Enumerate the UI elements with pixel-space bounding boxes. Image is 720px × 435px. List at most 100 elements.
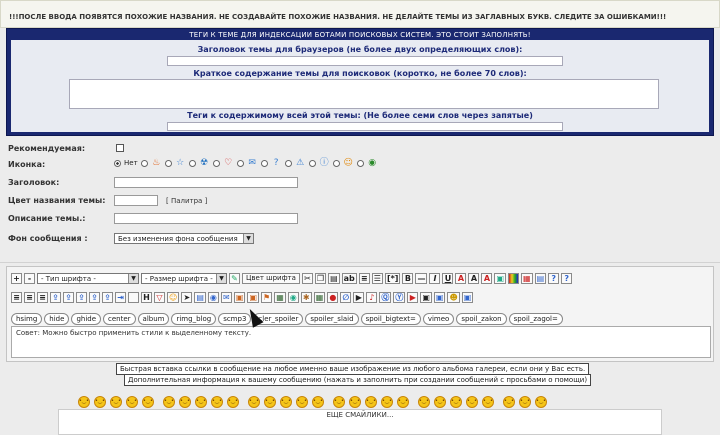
font-type-select[interactable]: - Тип шрифта - ▼ [37, 273, 139, 284]
icon-radio[interactable] [308, 159, 316, 167]
smiley-icon[interactable] [179, 396, 191, 408]
smiley-icon[interactable] [365, 396, 377, 408]
smiley-icon[interactable] [519, 396, 531, 408]
icon-radio[interactable] [332, 159, 340, 167]
document-icon[interactable]: ▤ [194, 292, 206, 303]
smiley-icon[interactable] [296, 396, 308, 408]
tag-button-spoil-zagol[interactable]: spoil_zagol= [508, 313, 563, 325]
smile-icon[interactable]: ☺ [167, 292, 180, 303]
smiley-icon[interactable] [227, 396, 239, 408]
bold-button[interactable]: B [402, 273, 414, 284]
smiley-icon[interactable] [195, 396, 207, 408]
align-center-icon[interactable]: ≡ [24, 292, 35, 303]
smiley-icon[interactable] [397, 396, 409, 408]
italic-button[interactable]: I [429, 273, 441, 284]
zoom-out-button[interactable]: - [24, 273, 35, 284]
icon-radio[interactable] [356, 159, 364, 167]
align-left-icon[interactable]: ≡ [358, 273, 370, 284]
tag-button-vimeo[interactable]: vimeo [422, 313, 455, 325]
flag-icon[interactable]: ⚑ [261, 292, 273, 303]
tag-button-hide[interactable]: hide [44, 313, 70, 325]
play-icon[interactable]: ▶ [407, 292, 419, 303]
mail-icon[interactable]: ✉ [220, 292, 232, 303]
film-icon[interactable]: ▦ [313, 292, 326, 303]
image-icon[interactable]: ▣ [494, 273, 507, 284]
smiley-icon[interactable] [163, 396, 175, 408]
tag-button-center[interactable]: center [103, 313, 136, 325]
globe-icon[interactable]: ◉ [207, 292, 219, 303]
align-right-icon[interactable]: ≡ [37, 292, 48, 303]
underline-button[interactable]: U [442, 273, 454, 284]
palette-link[interactable]: [ Палитра ] [166, 197, 207, 205]
list-icon[interactable]: ☰ [371, 273, 383, 284]
smiley-icon[interactable] [211, 396, 223, 408]
description-input[interactable] [114, 213, 298, 224]
smiley-icon[interactable] [381, 396, 393, 408]
upload-icon[interactable]: ⇪ [89, 292, 100, 303]
smiley-icon[interactable] [248, 396, 260, 408]
globe-icon[interactable]: ◉ [287, 292, 299, 303]
triangle-icon[interactable]: ▽ [154, 292, 165, 303]
font-style-icon[interactable]: A [455, 273, 467, 284]
link-icon[interactable]: ∅ [340, 292, 352, 303]
icon-radio[interactable] [188, 159, 196, 167]
user-icon[interactable]: ☻ [447, 292, 460, 303]
tag-button-spoiler-slaid[interactable]: spoiler_slaid [305, 313, 359, 325]
icon-radio-none[interactable] [114, 159, 121, 167]
youtube-icon[interactable]: Ⓨ [393, 292, 406, 303]
tag-button-spoil-bigtext[interactable]: spoil_bigtext= [360, 313, 421, 325]
horizontal-rule-button[interactable]: — [415, 273, 428, 284]
tag-button-album[interactable]: album [137, 313, 170, 325]
grid-icon[interactable]: ▦ [521, 273, 533, 284]
smiley-icon[interactable] [333, 396, 345, 408]
smiley-icon[interactable] [110, 396, 122, 408]
icon-radio[interactable] [140, 159, 148, 167]
indent-icon[interactable]: ⇥ [115, 292, 126, 303]
smiley-icon[interactable] [535, 396, 547, 408]
music-icon[interactable]: ♪ [366, 292, 378, 303]
table-icon[interactable]: ▤ [534, 273, 547, 284]
album-icon[interactable]: ▣ [420, 292, 432, 303]
icon-radio[interactable] [236, 159, 244, 167]
copy-icon[interactable]: ❐ [314, 273, 327, 284]
box-icon[interactable]: ▣ [461, 292, 474, 303]
font-glow-icon[interactable]: A [481, 273, 493, 284]
cut-icon[interactable]: ✂ [301, 273, 313, 284]
smiley-icon[interactable] [78, 396, 90, 408]
seo-description-textarea[interactable] [69, 79, 659, 109]
gallery-icon[interactable]: ▦ [274, 292, 286, 303]
monitor-icon[interactable]: ▣ [433, 292, 446, 303]
smiley-icon[interactable] [450, 396, 462, 408]
font-shadow-icon[interactable]: A [468, 273, 480, 284]
title-input[interactable] [114, 177, 298, 188]
smiley-icon[interactable] [418, 396, 430, 408]
icon-radio[interactable] [164, 159, 172, 167]
extra-info-tooltip[interactable]: Дополнительная информация к вашему сообщ… [124, 374, 592, 386]
info-icon[interactable]: ? [561, 273, 573, 284]
help-icon[interactable]: ? [548, 273, 560, 284]
icon-radio[interactable] [284, 159, 292, 167]
smiley-icon[interactable] [94, 396, 106, 408]
icon-radio[interactable] [212, 159, 220, 167]
header-button[interactable]: H [141, 292, 152, 303]
seo-title-input[interactable] [167, 56, 563, 66]
title-color-input[interactable] [114, 195, 158, 206]
smiley-icon[interactable] [280, 396, 292, 408]
smiley-icon[interactable] [142, 396, 154, 408]
video-icon[interactable]: ▶ [353, 292, 365, 303]
tag-button-rimg-blog[interactable]: rimg_blog [171, 313, 217, 325]
background-select[interactable]: Без изменения фона сообщения ▼ [114, 233, 254, 244]
message-textarea[interactable]: Совет: Можно быстро применить стили к вы… [11, 326, 711, 358]
upload-icon[interactable]: ⇪ [63, 292, 74, 303]
photo-icon[interactable]: ▣ [247, 292, 260, 303]
tag-button-ghide[interactable]: ghide [71, 313, 102, 325]
list-item-button[interactable]: [*] [384, 273, 401, 284]
smiley-icon[interactable] [126, 396, 138, 408]
smiley-icon[interactable] [482, 396, 494, 408]
search-icon[interactable]: Ⓠ [379, 292, 392, 303]
brush-icon[interactable]: ✎ [229, 273, 240, 284]
smiley-icon[interactable] [503, 396, 515, 408]
upload-icon[interactable]: ⇪ [50, 292, 61, 303]
icon-radio[interactable] [260, 159, 268, 167]
image-icon[interactable]: ▣ [233, 292, 246, 303]
